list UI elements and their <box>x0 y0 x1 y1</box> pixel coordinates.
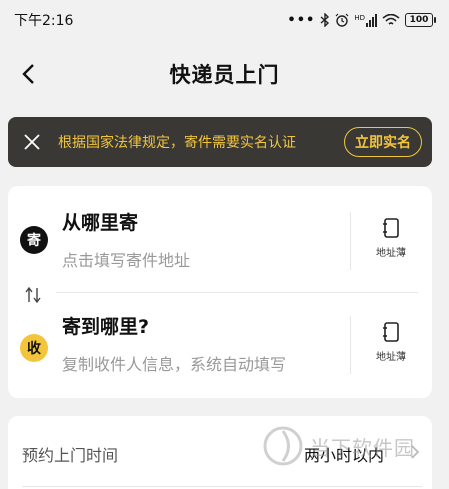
sender-address-field[interactable]: 从哪里寄 点击填写寄件地址 <box>62 208 342 271</box>
battery-level: 100 <box>409 15 429 25</box>
divider <box>350 316 351 374</box>
address-book-label: 地址薄 <box>376 352 406 363</box>
alarm-icon <box>335 13 349 27</box>
sender-badge: 寄 <box>20 226 48 254</box>
chevron-right-icon <box>411 445 420 459</box>
receiver-hint: 复制收件人信息，系统自动填写 <box>62 355 287 374</box>
sender-title: 从哪里寄 <box>62 212 139 234</box>
divider <box>350 212 351 270</box>
status-bar: 下午2:16 ••• HD 100 <box>0 0 449 40</box>
sender-hint: 点击填写寄件地址 <box>62 251 191 270</box>
divider <box>22 486 422 487</box>
receiver-address-book-button[interactable]: 地址薄 <box>356 322 426 363</box>
receiver-row: 收 寄到哪里? 复制收件人信息，系统自动填写 地址薄 <box>8 302 432 388</box>
more-dots-icon: ••• <box>287 12 316 28</box>
chevron-left-icon <box>22 64 34 84</box>
bluetooth-icon <box>320 13 330 27</box>
signal-icon: HD <box>354 13 377 27</box>
address-book-icon <box>383 218 399 238</box>
sender-row: 寄 从哪里寄 点击填写寄件地址 地址薄 <box>8 198 432 284</box>
notice-text: 根据国家法律规定，寄件需要实名认证 <box>58 135 296 151</box>
address-book-label: 地址薄 <box>376 248 406 259</box>
status-icons: ••• HD 100 <box>287 12 436 28</box>
receiver-address-field[interactable]: 寄到哪里? 复制收件人信息，系统自动填写 <box>62 312 342 375</box>
close-icon <box>24 134 40 150</box>
divider <box>56 292 418 293</box>
realname-notice: 根据国家法律规定，寄件需要实名认证 立即实名 <box>8 117 432 167</box>
receiver-badge: 收 <box>20 334 48 362</box>
sender-address-book-button[interactable]: 地址薄 <box>356 218 426 259</box>
pickup-time-card[interactable]: 预约上门时间 两小时以内 <box>8 416 432 489</box>
verify-now-button[interactable]: 立即实名 <box>344 127 422 157</box>
back-button[interactable] <box>14 60 42 88</box>
wifi-icon <box>382 13 400 25</box>
receiver-title: 寄到哪里? <box>62 316 150 338</box>
hd-label: HD <box>354 13 365 22</box>
notice-close-button[interactable] <box>20 130 44 154</box>
pickup-time-value[interactable]: 两小时以内 <box>304 442 384 466</box>
status-time: 下午2:16 <box>14 13 74 29</box>
page-title: 快递员上门 <box>169 63 280 87</box>
address-book-icon <box>383 322 399 342</box>
pickup-time-label: 预约上门时间 <box>22 446 119 465</box>
address-card: 寄 从哪里寄 点击填写寄件地址 地址薄 收 寄到哪里? 复制收件人信息，系统自动… <box>8 186 432 398</box>
nav-bar: 快递员上门 <box>0 48 449 100</box>
battery-icon: 100 <box>405 13 436 27</box>
